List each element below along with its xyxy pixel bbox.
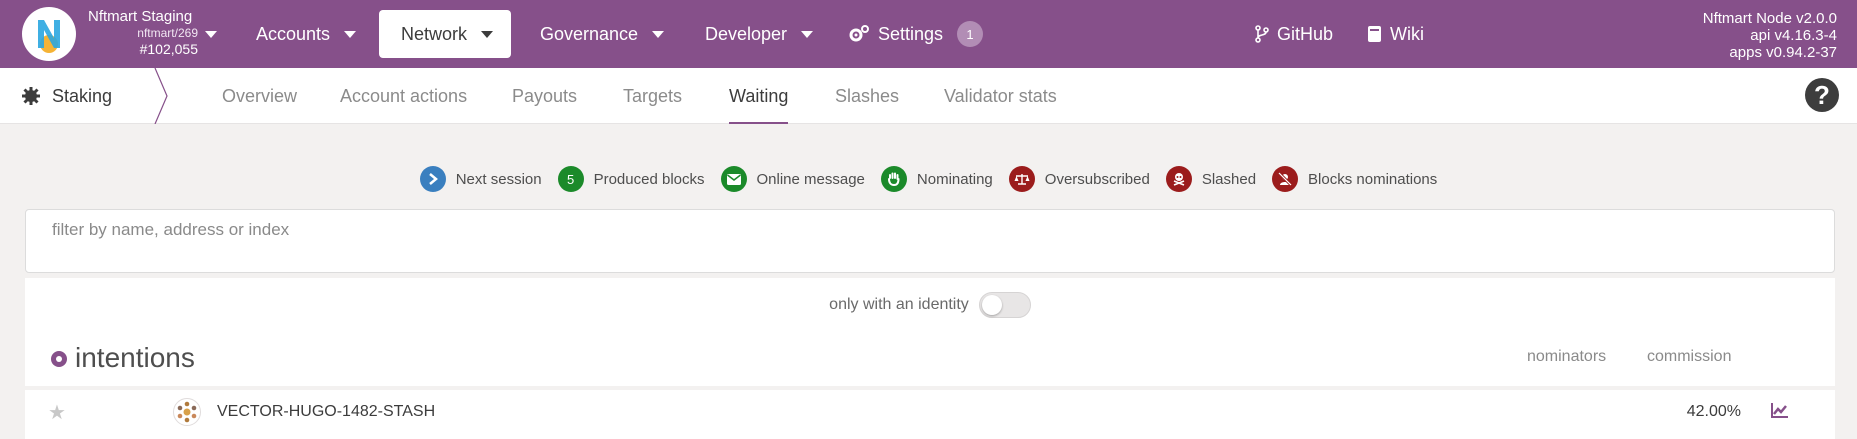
chain-dropdown-icon[interactable] xyxy=(205,31,217,38)
node-version: Nftmart Node v2.0.0 xyxy=(1702,10,1837,27)
breadcrumb-divider-icon xyxy=(154,68,168,124)
legend-produced-blocks: 5 Produced blocks xyxy=(557,166,705,192)
legend-label: Nominating xyxy=(916,170,993,188)
top-bar: Nftmart Staging nftmart/269 #102,055 Acc… xyxy=(0,0,1857,68)
menu-developer[interactable]: Developer xyxy=(705,10,814,58)
menu-network-label: Network xyxy=(401,23,468,44)
envelope-icon xyxy=(720,166,747,192)
chain-spec: nftmart/269 xyxy=(137,26,198,40)
best-block: #102,055 xyxy=(139,41,198,57)
legend-nominating: Nominating xyxy=(880,166,993,192)
menu-accounts[interactable]: Accounts xyxy=(256,10,357,58)
commission-value: 42.00% xyxy=(1686,403,1741,420)
legend-online-message: Online message xyxy=(720,166,865,192)
balance-scale-icon xyxy=(1008,166,1035,192)
help-icon[interactable]: ? xyxy=(1805,78,1839,112)
nftmart-logo-icon xyxy=(38,20,60,53)
skull-icon xyxy=(1165,166,1192,192)
filter-box xyxy=(25,209,1835,273)
legend-oversubscribed: Oversubscribed xyxy=(1008,166,1150,192)
node-version-info: Nftmart Node v2.0.0 api v4.16.3-4 apps v… xyxy=(1703,10,1837,61)
chain-selector[interactable]: Nftmart Staging nftmart/269 #102,055 xyxy=(88,8,198,58)
api-version: api v4.16.3-4 xyxy=(1750,27,1837,44)
menu-governance-label: Governance xyxy=(540,23,639,44)
gears-icon xyxy=(849,25,869,42)
tab-payouts[interactable]: Payouts xyxy=(512,68,577,124)
staking-cog-icon xyxy=(22,87,40,105)
column-nominators[interactable]: nominators xyxy=(1527,348,1606,366)
legend-label: Slashed xyxy=(1201,170,1257,188)
legend-label: Blocks nominations xyxy=(1308,170,1438,188)
chain-name: Nftmart Staging xyxy=(88,8,193,25)
intentions-title: intentions xyxy=(75,342,195,373)
chain-logo[interactable] xyxy=(22,7,76,61)
identity-toggle-row: only with an identity xyxy=(25,292,1835,318)
validator-name[interactable]: VECTOR-HUGO-1482-STASH xyxy=(217,403,435,421)
chart-line-icon[interactable] xyxy=(1771,402,1789,418)
tab-account-actions[interactable]: Account actions xyxy=(340,68,467,124)
menu-governance[interactable]: Governance xyxy=(540,10,665,58)
staking-subnav: Staking Overview Account actions Payouts… xyxy=(0,68,1857,124)
tab-targets[interactable]: Targets xyxy=(623,68,682,124)
tab-slashes[interactable]: Slashes xyxy=(835,68,899,124)
intentions-header: intentions nominators commission xyxy=(25,338,1835,380)
link-wiki[interactable]: Wiki xyxy=(1367,10,1424,58)
status-legend: Next session 5 Produced blocks Online me… xyxy=(0,166,1857,192)
legend-label: Produced blocks xyxy=(593,170,705,188)
filter-input[interactable] xyxy=(26,210,1834,250)
hand-icon xyxy=(880,166,907,192)
menu-network[interactable]: Network xyxy=(379,10,511,58)
column-commission[interactable]: commission xyxy=(1647,348,1731,366)
book-icon xyxy=(1368,26,1381,42)
user-slash-icon xyxy=(1272,166,1299,192)
menu-settings-label: Settings xyxy=(878,23,944,44)
section-title-label: Staking xyxy=(52,85,113,106)
intentions-dot-icon xyxy=(51,351,67,367)
legend-next-session: Next session xyxy=(419,166,542,192)
link-wiki-label: Wiki xyxy=(1390,23,1424,44)
section-title: Staking xyxy=(22,68,112,124)
menu-developer-label: Developer xyxy=(705,23,788,44)
link-github[interactable]: GitHub xyxy=(1255,10,1333,58)
caret-down-icon xyxy=(481,30,494,38)
menu-settings[interactable]: Settings 1 xyxy=(848,10,984,58)
toggle-knob xyxy=(981,295,1002,315)
caret-down-icon xyxy=(652,30,665,38)
waiting-panel: only with an identity intentions nominat… xyxy=(25,278,1835,439)
tab-waiting[interactable]: Waiting xyxy=(729,68,789,124)
caret-down-icon xyxy=(801,30,814,38)
apps-version: apps v0.94.2-37 xyxy=(1729,44,1837,61)
menu-accounts-label: Accounts xyxy=(256,23,331,44)
identicon-avatar[interactable] xyxy=(173,398,201,426)
legend-blocks-nominations: Blocks nominations xyxy=(1272,166,1437,192)
tab-overview[interactable]: Overview xyxy=(222,68,297,124)
tab-validator-stats[interactable]: Validator stats xyxy=(944,68,1057,124)
caret-down-icon xyxy=(344,30,357,38)
legend-label: Next session xyxy=(455,170,542,188)
code-branch-icon xyxy=(1255,25,1269,43)
table-row[interactable]: ★ VECTOR-HUGO-1482-STASH 42.00% xyxy=(25,386,1835,436)
legend-label: Online message xyxy=(756,170,865,188)
chevron-right-icon xyxy=(419,166,446,192)
identity-toggle-label: only with an identity xyxy=(829,296,969,313)
link-github-label: GitHub xyxy=(1277,23,1334,44)
produced-blocks-count-icon: 5 xyxy=(557,166,584,192)
identity-toggle[interactable] xyxy=(978,292,1031,318)
settings-badge: 1 xyxy=(957,21,984,47)
legend-label: Oversubscribed xyxy=(1044,170,1150,188)
star-icon[interactable]: ★ xyxy=(48,400,66,425)
legend-slashed: Slashed xyxy=(1165,166,1257,192)
